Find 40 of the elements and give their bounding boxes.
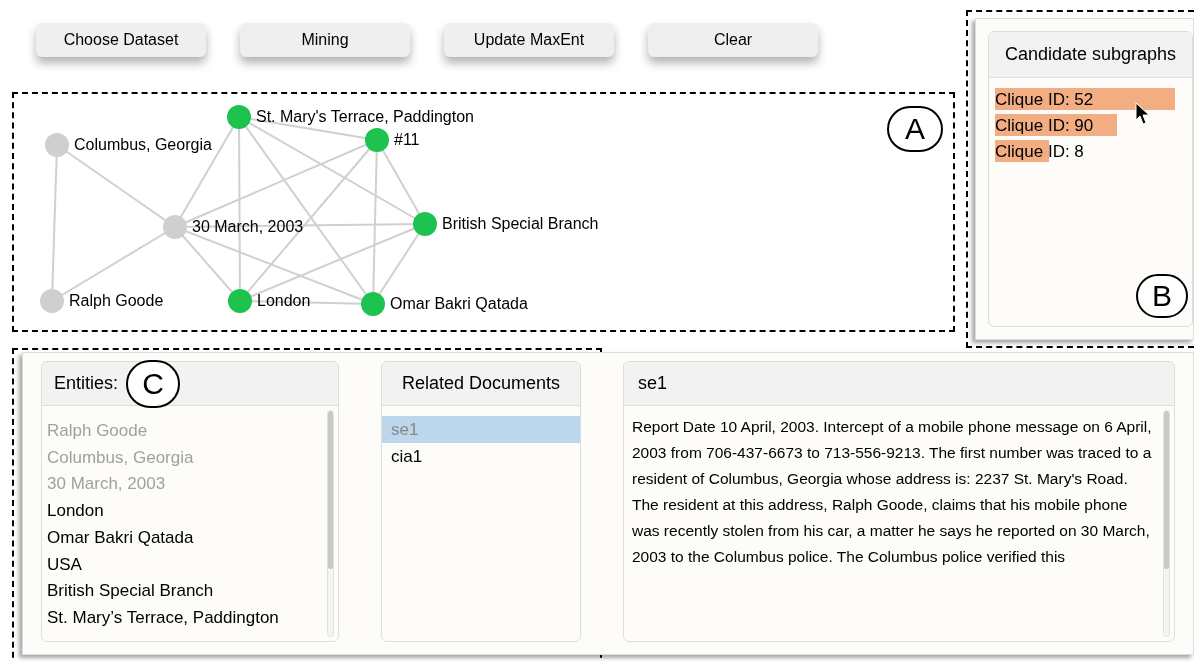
toolbar-button[interactable]: Clear bbox=[648, 23, 818, 57]
node-label: Ralph Goode bbox=[69, 291, 164, 311]
toolbar-button[interactable]: Update MaxEnt bbox=[444, 23, 614, 57]
node-label: St. Mary's Terrace, Paddington bbox=[256, 107, 474, 127]
entity-item[interactable]: British Special Branch bbox=[47, 578, 338, 605]
entities-title: Entities: bbox=[54, 372, 119, 395]
node-label: 30 March, 2003 bbox=[192, 217, 304, 237]
scrollbar[interactable] bbox=[1163, 410, 1170, 637]
graph-node[interactable] bbox=[227, 105, 251, 129]
graph-node[interactable] bbox=[228, 289, 252, 313]
document-text: Report Date 10 April, 2003. Intercept of a mobile phone message on 6 April, 2003 from 706-437-6673 to 713-556-9213. The first number was traced to a resident of Columbus, Georgia whose address is: 2237 St. Mary's Road. The resident at this address, Ralph Goode, claims that his mobile phone was recently stolen from his car, a matter he says he reported on 30 March, 2003 to the Columbus police. The Columbus police verified this bbox=[632, 417, 1153, 567]
graph-node[interactable] bbox=[40, 289, 64, 313]
candidate-item[interactable]: Clique ID: 90 bbox=[995, 114, 1175, 136]
entity-item[interactable]: USA bbox=[47, 551, 338, 579]
document-title: se1 bbox=[624, 362, 1174, 406]
annotation-marker: A bbox=[887, 106, 943, 152]
node-label: British Special Branch bbox=[442, 214, 599, 234]
graph-node[interactable] bbox=[361, 292, 385, 316]
candidate-item[interactable]: Clique ID: 8 bbox=[995, 140, 1175, 162]
toolbar-button[interactable]: Choose Dataset bbox=[36, 23, 206, 57]
scrollbar[interactable] bbox=[327, 410, 334, 637]
cursor-icon bbox=[1135, 102, 1151, 126]
node-label: Columbus, Georgia bbox=[74, 135, 212, 155]
entity-item[interactable]: Omar Bakri Qatada bbox=[47, 524, 338, 552]
node-label: #11 bbox=[394, 130, 420, 150]
documents-header: Related Documents bbox=[382, 362, 580, 406]
graph-node[interactable] bbox=[413, 212, 437, 236]
node-label: London bbox=[257, 291, 311, 311]
graph-node[interactable] bbox=[365, 128, 389, 152]
candidate-item[interactable]: Clique ID: 52 bbox=[995, 88, 1175, 110]
node-label: Omar Bakri Qatada bbox=[390, 294, 528, 314]
annotation-marker: C bbox=[126, 359, 181, 408]
graph-node[interactable] bbox=[163, 215, 187, 239]
entity-item[interactable]: St. Mary’s Terrace, Paddington bbox=[47, 604, 338, 632]
entity-item[interactable]: London bbox=[47, 498, 338, 525]
toolbar-button[interactable]: Mining bbox=[240, 23, 410, 57]
candidates-header: Candidate subgraphs bbox=[989, 32, 1192, 78]
graph-node[interactable] bbox=[45, 133, 69, 157]
annotation-marker: B bbox=[1136, 274, 1188, 318]
document-item[interactable]: cia1 bbox=[382, 443, 580, 470]
